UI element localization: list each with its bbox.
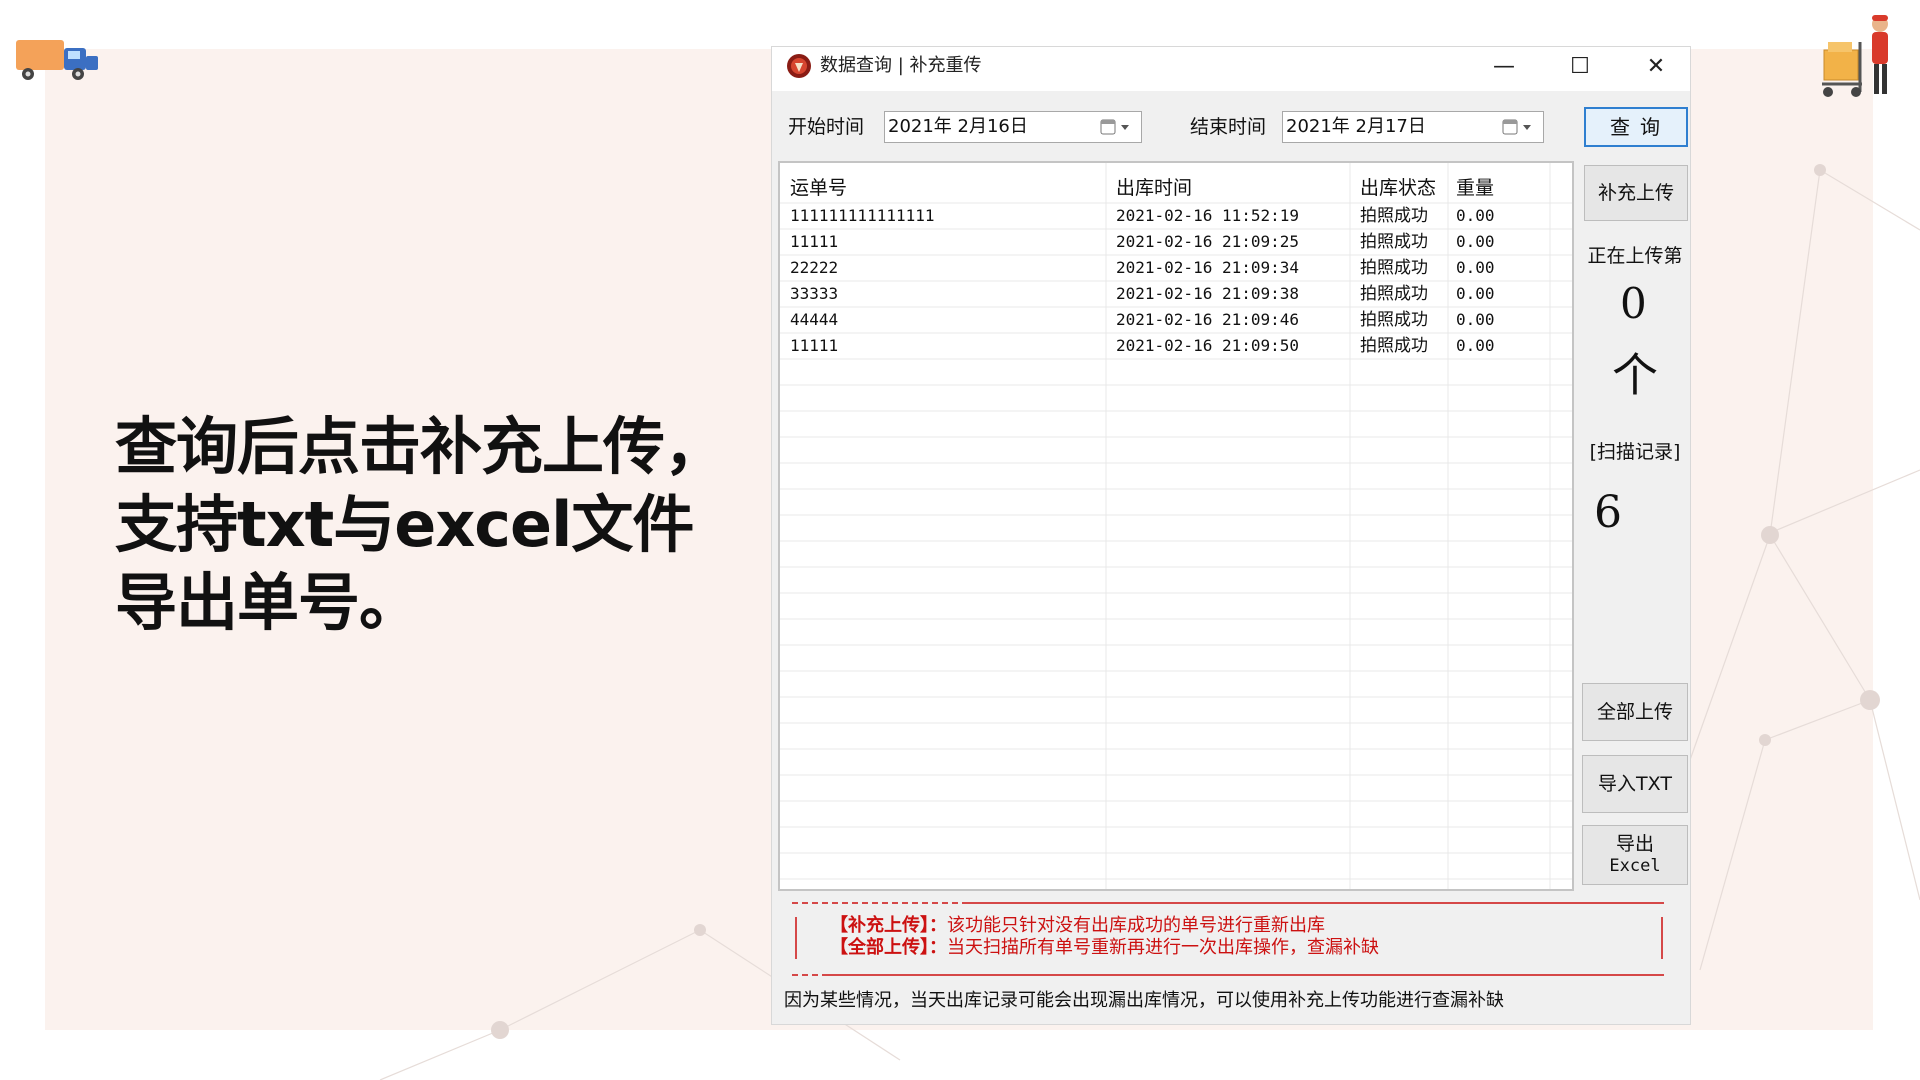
outbound-status: 拍照成功 bbox=[1360, 310, 1428, 330]
table-row[interactable]: 111111111111111 2021-02-16 11:52:19 拍照成功… bbox=[780, 203, 1572, 229]
outbound-time: 2021-02-16 21:09:25 bbox=[1116, 232, 1300, 251]
uploading-label: 正在上传第 bbox=[1587, 245, 1683, 267]
tracking-number: 33333 bbox=[790, 284, 839, 303]
close-button[interactable]: ✕ bbox=[1622, 47, 1690, 85]
uploading-count: 0 bbox=[1620, 279, 1647, 328]
end-date-value: 2021年 2月17日 bbox=[1286, 116, 1426, 137]
table-row[interactable]: 22222 2021-02-16 21:09:34 拍照成功 0.00 bbox=[780, 255, 1572, 281]
outbound-status: 拍照成功 bbox=[1360, 284, 1428, 304]
start-date-picker[interactable]: 2021年 2月16日 bbox=[884, 111, 1142, 143]
data-query-window: 数据查询 | 补充重传 — ☐ ✕ 开始时间 2021年 2月16日 结束时间 … bbox=[772, 47, 1690, 1024]
weight: 0.00 bbox=[1456, 232, 1495, 251]
outbound-time: 2021-02-16 21:09:50 bbox=[1116, 336, 1300, 355]
heading-line-3: 导出单号。 bbox=[115, 566, 421, 639]
end-date-picker[interactable]: 2021年 2月17日 bbox=[1282, 111, 1544, 143]
start-date-value: 2021年 2月16日 bbox=[888, 116, 1028, 137]
outbound-status: 拍照成功 bbox=[1360, 232, 1428, 252]
outbound-time: 2021-02-16 21:09:34 bbox=[1116, 258, 1300, 277]
upload-all-button[interactable]: 全部上传 bbox=[1582, 683, 1688, 741]
courier-logo-icon bbox=[1822, 15, 1888, 97]
outbound-status: 拍照成功 bbox=[1360, 336, 1428, 356]
column-header-weight[interactable]: 重量 bbox=[1456, 173, 1536, 200]
heading-line-2: 支持txt与excel文件 bbox=[115, 488, 694, 561]
weight: 0.00 bbox=[1456, 310, 1495, 329]
scan-record-label: [扫描记录] bbox=[1589, 441, 1681, 463]
outbound-time: 2021-02-16 11:52:19 bbox=[1116, 206, 1300, 225]
tracking-number: 11111 bbox=[790, 336, 839, 355]
weight: 0.00 bbox=[1456, 258, 1495, 277]
maximize-button[interactable]: ☐ bbox=[1546, 47, 1614, 85]
outbound-time: 2021-02-16 21:09:38 bbox=[1116, 284, 1300, 303]
note-line-upload-all: 【全部上传】：当天扫描所有单号重新再进行一次出库操作，查漏补缺 bbox=[830, 937, 1379, 959]
table-row[interactable]: 11111 2021-02-16 21:09:25 拍照成功 0.00 bbox=[780, 229, 1572, 255]
title-bar[interactable]: 数据查询 | 补充重传 — ☐ ✕ bbox=[772, 47, 1690, 91]
weight: 0.00 bbox=[1456, 284, 1495, 303]
note-tag-upload-all: 【全部上传】： bbox=[830, 937, 947, 958]
note-line-supplement: 【补充上传】：该功能只针对没有出库成功的单号进行重新出库 bbox=[830, 915, 1325, 937]
window-title: 数据查询 | 补充重传 bbox=[820, 55, 982, 76]
end-time-label: 结束时间 bbox=[1190, 116, 1267, 138]
calendar-dropdown-icon[interactable] bbox=[1501, 118, 1535, 136]
supplement-upload-button[interactable]: 补充上传 bbox=[1584, 165, 1688, 221]
results-table[interactable]: 运单号 出库时间 出库状态 重量 111111111111111 2021-02… bbox=[778, 161, 1574, 891]
minimize-button[interactable]: — bbox=[1470, 47, 1538, 85]
outbound-status: 拍照成功 bbox=[1360, 206, 1428, 226]
note-text-upload-all: 当天扫描所有单号重新再进行一次出库操作，查漏补缺 bbox=[947, 937, 1379, 958]
tracking-number: 44444 bbox=[790, 310, 839, 329]
start-time-label: 开始时间 bbox=[788, 116, 865, 138]
uploading-unit: 个 bbox=[1612, 348, 1658, 402]
tracking-number: 11111 bbox=[790, 232, 839, 251]
footer-status-text: 因为某些情况，当天出库记录可能会出现漏出库情况，可以使用补充上传功能进行查漏补缺 bbox=[784, 990, 1504, 1011]
column-header-status[interactable]: 出库状态 bbox=[1360, 173, 1448, 200]
scan-record-count: 6 bbox=[1594, 487, 1622, 538]
column-header-tracking[interactable]: 运单号 bbox=[790, 173, 1090, 200]
table-row[interactable]: 44444 2021-02-16 21:09:46 拍照成功 0.00 bbox=[780, 307, 1572, 333]
weight: 0.00 bbox=[1456, 336, 1495, 355]
slide-heading: 查询后点击补充上传， 支持txt与excel文件 导出单号。 bbox=[115, 408, 735, 642]
table-row[interactable]: 11111 2021-02-16 21:09:50 拍照成功 0.00 bbox=[780, 333, 1572, 359]
heading-line-1: 查询后点击补充上传， bbox=[115, 410, 726, 483]
truck-logo-icon bbox=[16, 40, 98, 80]
export-button-line-2: Excel bbox=[1609, 856, 1661, 876]
export-excel-button[interactable]: 导出 Excel bbox=[1582, 825, 1688, 885]
calendar-dropdown-icon[interactable] bbox=[1099, 118, 1133, 136]
outbound-time: 2021-02-16 21:09:46 bbox=[1116, 310, 1300, 329]
app-shield-icon bbox=[787, 54, 811, 78]
weight: 0.00 bbox=[1456, 206, 1495, 225]
note-tag-supplement: 【补充上传】： bbox=[830, 915, 947, 936]
query-button[interactable]: 查询 bbox=[1584, 107, 1688, 147]
import-txt-button[interactable]: 导入TXT bbox=[1582, 755, 1688, 813]
outbound-status: 拍照成功 bbox=[1360, 258, 1428, 278]
table-row[interactable]: 33333 2021-02-16 21:09:38 拍照成功 0.00 bbox=[780, 281, 1572, 307]
export-button-line-1: 导出 bbox=[1615, 833, 1654, 855]
table-header: 运单号 出库时间 出库状态 重量 bbox=[780, 173, 1572, 203]
tracking-number: 22222 bbox=[790, 258, 839, 277]
note-text-supplement: 该功能只针对没有出库成功的单号进行重新出库 bbox=[947, 915, 1325, 936]
tracking-number: 111111111111111 bbox=[790, 206, 935, 225]
column-header-time[interactable]: 出库时间 bbox=[1116, 173, 1336, 200]
instruction-note: 【补充上传】：该功能只针对没有出库成功的单号进行重新出库 【全部上传】：当天扫描… bbox=[784, 901, 1674, 977]
